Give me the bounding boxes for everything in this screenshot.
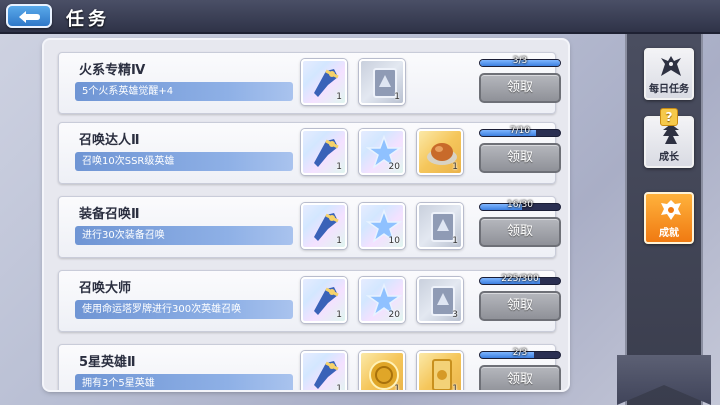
reward-quantity: 1 <box>336 236 342 246</box>
task-list-panel[interactable]: 火系专精Ⅳ 5个火系英雄觉醒+4 1 1 3/3 领取 召唤达人Ⅱ 召唤10次SSR级英雄 1 2… <box>44 40 568 390</box>
reward-quantity: 10 <box>388 236 400 246</box>
task-description: 5个火系英雄觉醒+4 <box>75 82 293 101</box>
reward-item[interactable]: 1 <box>359 59 405 105</box>
reward-item[interactable]: 1 <box>301 351 347 390</box>
task-description: 进行30次装备召唤 <box>75 226 293 245</box>
task-description: 拥有3个5星英雄 <box>75 374 293 390</box>
reward-item[interactable]: 1 <box>301 59 347 105</box>
tab-daily-tasks[interactable]: 每日任务 <box>644 48 694 100</box>
claim-button[interactable]: 领取 <box>479 365 561 390</box>
claim-button[interactable]: 领取 <box>479 217 561 247</box>
tab-label: 成就 <box>659 228 679 239</box>
task-card: 召唤达人Ⅱ 召唤10次SSR级英雄 1 20 1 7/10 领取 <box>58 122 561 184</box>
reward-quantity: 1 <box>336 310 342 320</box>
tab-label: 成长 <box>659 152 679 163</box>
reward-item[interactable]: 20 <box>359 277 405 323</box>
task-name: 召唤大师 <box>79 281 132 296</box>
reward-quantity: 1 <box>452 236 458 246</box>
dragon-icon <box>661 56 681 76</box>
progress-text: 7/10 <box>509 126 531 136</box>
reward-item[interactable]: 1 <box>301 129 347 175</box>
reward-quantity: 20 <box>388 162 400 172</box>
reward-item[interactable]: 1 <box>417 203 463 249</box>
task-description: 召唤10次SSR级英雄 <box>75 152 293 171</box>
category-sidebar: 每日任务 成长 成就 <box>625 34 703 405</box>
reward-quantity: 1 <box>452 384 458 390</box>
task-card: 5星英雄Ⅱ 拥有3个5星英雄 1 1 1 2/3 领取 <box>58 344 561 390</box>
task-card: 召唤大师使用命运塔罗牌进行300次英雄召唤 1 20 3 225/300 领取 <box>58 270 561 332</box>
task-name: 火系专精Ⅳ <box>79 63 146 78</box>
reward-quantity: 20 <box>388 310 400 320</box>
reward-quantity: 1 <box>452 162 458 172</box>
top-bar: 任务 <box>0 0 720 34</box>
back-arrow-icon <box>19 11 40 23</box>
crest-icon <box>661 200 681 220</box>
tab-achievements[interactable]: 成就 <box>644 192 694 244</box>
reward-quantity: 1 <box>336 92 342 102</box>
claim-button[interactable]: 领取 <box>479 143 561 173</box>
progress-text: 2/3 <box>512 348 528 358</box>
claim-button[interactable]: 领取 <box>479 291 561 321</box>
reward-quantity: 1 <box>336 162 342 172</box>
back-button[interactable] <box>6 4 52 28</box>
reward-quantity: 1 <box>394 384 400 390</box>
task-name: 装备召唤Ⅱ <box>79 207 140 222</box>
reward-item[interactable]: 1 <box>417 351 463 390</box>
task-card: 火系专精Ⅳ 5个火系英雄觉醒+4 1 1 3/3 领取 <box>58 52 561 114</box>
tab-label: 每日任务 <box>649 84 689 95</box>
reward-item[interactable]: 20 <box>359 129 405 175</box>
page-title: 任务 <box>66 9 110 30</box>
task-name: 召唤达人Ⅱ <box>79 133 140 148</box>
task-description: 使用命运塔罗牌进行300次英雄召唤 <box>75 300 293 319</box>
reward-item[interactable]: 1 <box>417 129 463 175</box>
reward-item[interactable]: 1 <box>359 351 405 390</box>
reward-item[interactable]: 1 <box>301 203 347 249</box>
claim-button[interactable]: 领取 <box>479 73 561 103</box>
progress-text: 225/300 <box>501 274 539 284</box>
reward-quantity: 1 <box>394 92 400 102</box>
reward-item[interactable]: 1 <box>301 277 347 323</box>
reward-quantity: 3 <box>452 310 458 320</box>
task-card: 装备召唤Ⅱ 进行30次装备召唤 1 10 1 16/30 领取 <box>58 196 561 258</box>
progress-text: 16/30 <box>507 200 533 210</box>
reward-quantity: 1 <box>336 384 342 390</box>
growth-badge: ? <box>660 108 678 126</box>
reward-item[interactable]: 3 <box>417 277 463 323</box>
progress-text: 3/3 <box>512 56 528 66</box>
reward-item[interactable]: 10 <box>359 203 405 249</box>
task-name: 5星英雄Ⅱ <box>79 355 136 370</box>
